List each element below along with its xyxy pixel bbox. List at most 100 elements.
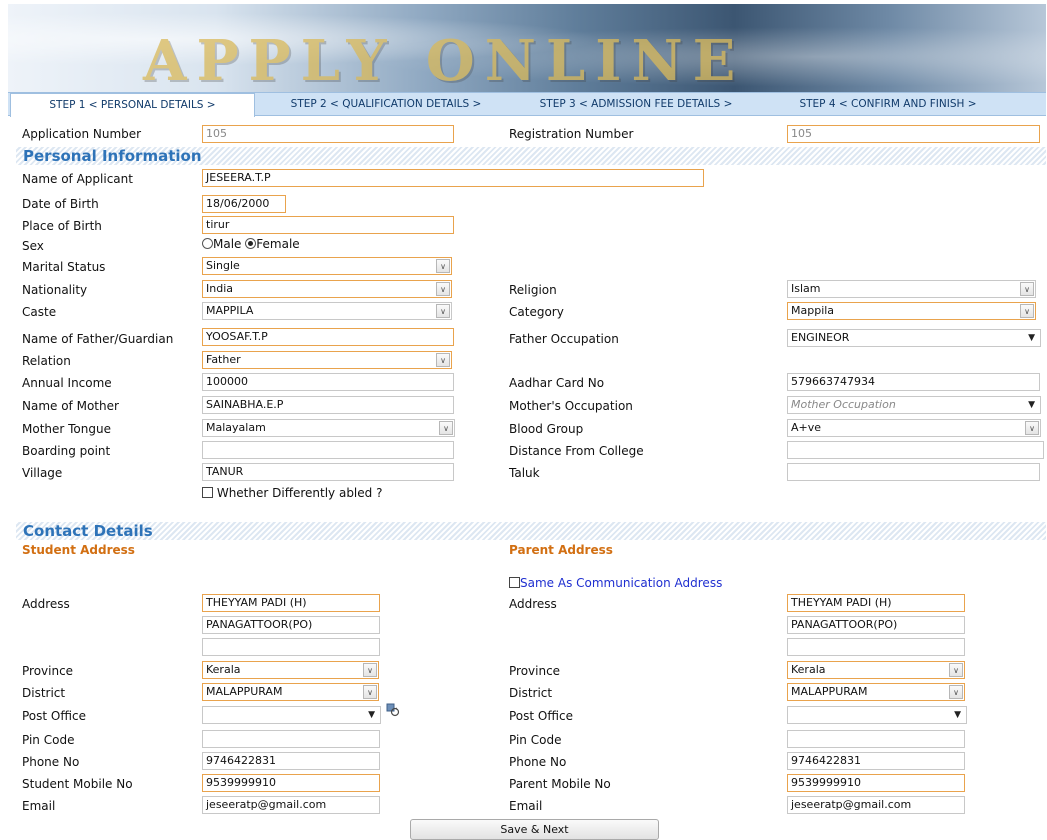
chevron-down-icon: ∨ <box>1020 282 1034 296</box>
blood-group-select[interactable]: A+ve ∨ <box>787 419 1041 437</box>
student-district-label: District <box>22 686 66 700</box>
student-pin-code-field[interactable] <box>202 730 380 748</box>
relation-label: Relation <box>22 354 71 368</box>
date-of-birth-field[interactable]: 18/06/2000 <box>202 195 286 213</box>
student-phone-field[interactable]: 9746422831 <box>202 752 380 770</box>
parent-district-select[interactable]: MALAPPURAM ∨ <box>787 683 965 701</box>
parent-post-office-label: Post Office <box>509 709 573 723</box>
date-of-birth-label: Date of Birth <box>22 197 99 211</box>
differently-abled-option: Whether Differently abled ? <box>202 486 382 500</box>
application-number-field[interactable]: 105 <box>202 125 454 143</box>
student-email-field[interactable]: jeseeratp@gmail.com <box>202 796 380 814</box>
chevron-down-icon: ∨ <box>363 685 377 699</box>
tab-qualification-details[interactable]: STEP 2 < QUALIFICATION DETAILS > <box>266 93 506 116</box>
father-occupation-value: ENGINEOR <box>791 331 850 344</box>
student-province-select[interactable]: Kerala ∨ <box>202 661 379 679</box>
caret-down-icon: ▼ <box>368 710 375 720</box>
mother-tongue-select[interactable]: Malayalam ∨ <box>202 419 455 437</box>
chevron-down-icon: ∨ <box>949 663 963 677</box>
registration-number-label: Registration Number <box>509 127 634 141</box>
parent-pin-code-field[interactable] <box>787 730 965 748</box>
parent-address-heading: Parent Address <box>509 543 613 557</box>
parent-district-value: MALAPPURAM <box>791 685 868 698</box>
nationality-value: India <box>206 282 233 295</box>
student-post-office-select[interactable]: ▼ <box>202 706 381 724</box>
sex-male-label: Male <box>213 237 242 251</box>
parent-address-line3[interactable] <box>787 638 965 656</box>
annual-income-field[interactable]: 100000 <box>202 373 454 391</box>
parent-phone-field[interactable]: 9746422831 <box>787 752 965 770</box>
save-and-next-button[interactable]: Save & Next <box>410 819 659 840</box>
caret-down-icon: ▼ <box>1028 333 1035 343</box>
religion-select[interactable]: Islam ∨ <box>787 280 1036 298</box>
parent-address-line1[interactable]: THEYYAM PADI (H) <box>787 594 965 612</box>
same-as-communication-checkbox[interactable] <box>509 577 520 588</box>
student-district-select[interactable]: MALAPPURAM ∨ <box>202 683 379 701</box>
tab-personal-details[interactable]: STEP 1 < PERSONAL DETAILS > <box>10 93 255 117</box>
mother-occupation-label: Mother's Occupation <box>509 399 633 413</box>
student-pin-code-label: Pin Code <box>22 733 75 747</box>
taluk-field[interactable] <box>787 463 1040 481</box>
student-address-line1[interactable]: THEYYAM PADI (H) <box>202 594 380 612</box>
mother-occupation-select[interactable]: Mother Occupation ▼ <box>787 396 1041 414</box>
parent-address-line2[interactable]: PANAGATTOOR(PO) <box>787 616 965 634</box>
religion-label: Religion <box>509 283 557 297</box>
sex-male-radio[interactable] <box>202 238 213 249</box>
nationality-select[interactable]: India ∨ <box>202 280 452 298</box>
application-number-label: Application Number <box>22 127 142 141</box>
distance-from-college-field[interactable] <box>787 441 1044 459</box>
parent-province-select[interactable]: Kerala ∨ <box>787 661 965 679</box>
religion-value: Islam <box>791 282 821 295</box>
annual-income-label: Annual Income <box>22 376 112 390</box>
registration-number-field[interactable]: 105 <box>787 125 1040 143</box>
student-province-value: Kerala <box>206 663 241 676</box>
sex-female-label: Female <box>256 237 300 251</box>
parent-email-field[interactable]: jeseeratp@gmail.com <box>787 796 965 814</box>
parent-province-value: Kerala <box>791 663 826 676</box>
chevron-down-icon: ∨ <box>436 259 450 273</box>
sex-radio-group: Male Female <box>202 237 300 251</box>
relation-select[interactable]: Father ∨ <box>202 351 452 369</box>
banner-title: APPLY ONLINE <box>143 28 746 92</box>
caret-down-icon: ▼ <box>954 710 961 720</box>
mother-tongue-value: Malayalam <box>206 421 266 434</box>
tab-confirm-and-finish[interactable]: STEP 4 < CONFIRM AND FINISH > <box>768 93 1008 116</box>
same-as-communication-label: Same As Communication Address <box>520 576 723 590</box>
name-of-mother-field[interactable]: SAINABHA.E.P <box>202 396 454 414</box>
student-address-line3[interactable] <box>202 638 380 656</box>
place-of-birth-field[interactable]: tirur <box>202 216 454 234</box>
chevron-down-icon: ∨ <box>436 282 450 296</box>
boarding-point-field[interactable] <box>202 441 454 459</box>
name-of-mother-label: Name of Mother <box>22 399 119 413</box>
student-email-label: Email <box>22 799 56 813</box>
parent-mobile-field[interactable]: 9539999910 <box>787 774 965 792</box>
sex-label: Sex <box>22 239 44 253</box>
step-tabs: STEP 1 < PERSONAL DETAILS > STEP 2 < QUA… <box>8 92 1046 117</box>
student-address-line2[interactable]: PANAGATTOOR(PO) <box>202 616 380 634</box>
chevron-down-icon: ∨ <box>436 353 450 367</box>
caste-select[interactable]: MAPPILA ∨ <box>202 302 452 320</box>
tab-admission-fee-details[interactable]: STEP 3 < ADMISSION FEE DETAILS > <box>516 93 756 116</box>
refresh-icon[interactable] <box>386 703 400 717</box>
contact-details-heading: Contact Details <box>16 522 1046 540</box>
sex-female-radio[interactable] <box>245 238 257 249</box>
marital-status-label: Marital Status <box>22 260 106 274</box>
father-occupation-select[interactable]: ENGINEOR ▼ <box>787 329 1041 347</box>
parent-post-office-select[interactable]: ▼ <box>787 706 967 724</box>
place-of-birth-label: Place of Birth <box>22 219 102 233</box>
differently-abled-checkbox[interactable] <box>202 487 213 498</box>
aadhar-card-field[interactable]: 579663747934 <box>787 373 1040 391</box>
marital-status-select[interactable]: Single ∨ <box>202 257 452 275</box>
caret-down-icon: ▼ <box>1028 400 1035 410</box>
name-of-applicant-label: Name of Applicant <box>22 172 133 186</box>
parent-pin-code-label: Pin Code <box>509 733 562 747</box>
differently-abled-label: Whether Differently abled ? <box>216 486 383 500</box>
caste-value: MAPPILA <box>206 304 254 317</box>
father-guardian-label: Name of Father/Guardian <box>22 332 174 346</box>
category-select[interactable]: Mappila ∨ <box>787 302 1036 320</box>
student-mobile-field[interactable]: 9539999910 <box>202 774 380 792</box>
name-of-applicant-field[interactable]: JESEERA.T.P <box>202 169 704 187</box>
village-field[interactable]: TANUR <box>202 463 454 481</box>
father-guardian-field[interactable]: YOOSAF.T.P <box>202 328 454 346</box>
student-address-label: Address <box>22 597 70 611</box>
